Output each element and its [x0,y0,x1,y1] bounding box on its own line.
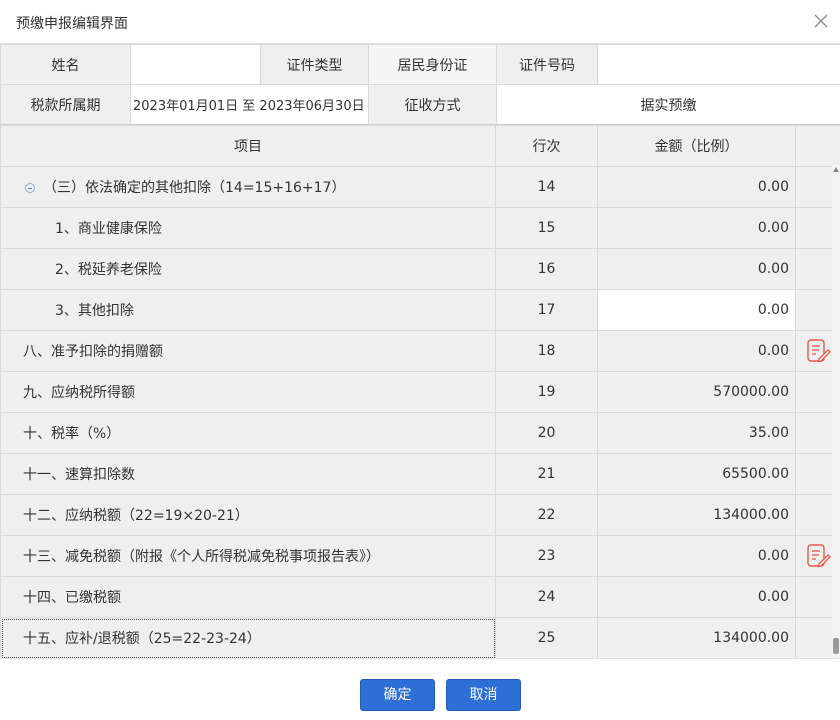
table-row[interactable]: 3、其他扣除 17 0.00 [0,289,840,331]
collection-method-label: 征收方式 [368,84,497,125]
column-header-item: 项目 [0,125,496,167]
row-line: 20 [495,412,598,454]
column-header-line: 行次 [495,125,598,167]
id-number-label: 证件号码 [496,44,598,85]
row-item: 九、应纳税所得额 [0,371,496,413]
id-number-value [597,44,840,85]
period-value: 2023年01月01日 至 2023年06月30日 [130,84,369,125]
table-row[interactable]: 十三、减免税额（附报《个人所得税减免税事项报告表》） 23 0.00 [0,535,840,577]
scrollbar-thumb[interactable] [833,638,839,654]
collapse-icon[interactable] [25,183,35,193]
collection-method-value: 据实预缴 [496,84,840,125]
dialog-title: 预缴申报编辑界面 [16,16,128,32]
row-item: 十二、应纳税额（22=19×20-21） [0,494,496,536]
column-header-action [795,125,840,167]
cancel-button[interactable]: 取消 [446,679,521,711]
row-line: 22 [495,494,598,536]
declaration-grid: 项目 行次 金额（比例） （三）依法确定的其他扣除（14=15+16+17） 1… [0,124,840,658]
period-label: 税款所属期 [0,84,131,125]
row-item: 八、准予扣除的捐赠额 [0,330,496,372]
row-amount: 65500.00 [597,453,796,495]
row-line: 15 [495,207,598,249]
table-row[interactable]: 十、税率（%） 20 35.00 [0,412,840,454]
close-icon[interactable] [810,10,832,32]
row-amount: 134000.00 [597,494,796,536]
row-line: 19 [495,371,598,413]
declaration-info-table: 姓名 证件类型 居民身份证 证件号码 税款所属期 2023年01月01日 至 2… [0,44,840,125]
table-row[interactable]: 十五、应补/退税额（25=22-23-24） 25 134000.00 [0,617,840,658]
row-amount: 0.00 [597,248,796,290]
row-item: 2、税延养老保险 [0,248,496,290]
row-item: 十、税率（%） [0,412,496,454]
row-amount: 134000.00 [597,617,796,658]
row-line: 23 [495,535,598,577]
row-amount: 0.00 [597,535,796,577]
table-row[interactable]: 1、商业健康保险 15 0.00 [0,207,840,249]
table-row[interactable]: 2、税延养老保险 16 0.00 [0,248,840,290]
row-line: 24 [495,576,598,618]
row-amount: 0.00 [597,330,796,372]
id-type-value: 居民身份证 [368,44,497,85]
row-amount: 35.00 [597,412,796,454]
column-header-amount: 金额（比例） [597,125,796,167]
row-item: 十五、应补/退税额（25=22-23-24） [0,617,496,658]
edit-form-icon[interactable] [805,338,831,364]
table-row[interactable]: 十二、应纳税额（22=19×20-21） 22 134000.00 [0,494,840,536]
row-line: 18 [495,330,598,372]
row-item: 十一、速算扣除数 [0,453,496,495]
dialog-titlebar: 预缴申报编辑界面 [0,0,840,44]
row-item-label: （三）依法确定的其他扣除（14=15+16+17） [43,180,346,196]
row-line: 16 [495,248,598,290]
row-item: 1、商业健康保险 [0,207,496,249]
table-row[interactable]: 十四、已缴税额 24 0.00 [0,576,840,618]
edit-form-icon[interactable] [805,543,831,569]
other-deduction-amount-input[interactable]: 0.00 [597,289,796,331]
table-row[interactable]: 十一、速算扣除数 21 65500.00 [0,453,840,495]
row-item: 3、其他扣除 [0,289,496,331]
row-item: （三）依法确定的其他扣除（14=15+16+17） [0,166,496,208]
id-type-label: 证件类型 [260,44,369,85]
name-value [130,44,261,85]
confirm-button[interactable]: 确定 [360,679,435,711]
row-amount: 0.00 [597,166,796,208]
row-line: 21 [495,453,598,495]
row-amount: 0.00 [597,207,796,249]
table-row[interactable]: 九、应纳税所得额 19 570000.00 [0,371,840,413]
row-item: 十四、已缴税额 [0,576,496,618]
name-label: 姓名 [0,44,131,85]
row-line: 17 [495,289,598,331]
table-row[interactable]: （三）依法确定的其他扣除（14=15+16+17） 14 0.00 [0,166,840,208]
scroll-up-arrow-icon[interactable] [833,167,839,172]
dialog-footer: 确定 取消 [0,658,840,720]
row-amount: 0.00 [597,576,796,618]
row-line: 14 [495,166,598,208]
table-row[interactable]: 八、准予扣除的捐赠额 18 0.00 [0,330,840,372]
grid-scrollbar[interactable] [832,165,840,657]
row-amount: 570000.00 [597,371,796,413]
row-item: 十三、减免税额（附报《个人所得税减免税事项报告表》） [0,535,496,577]
row-line: 25 [495,617,598,658]
